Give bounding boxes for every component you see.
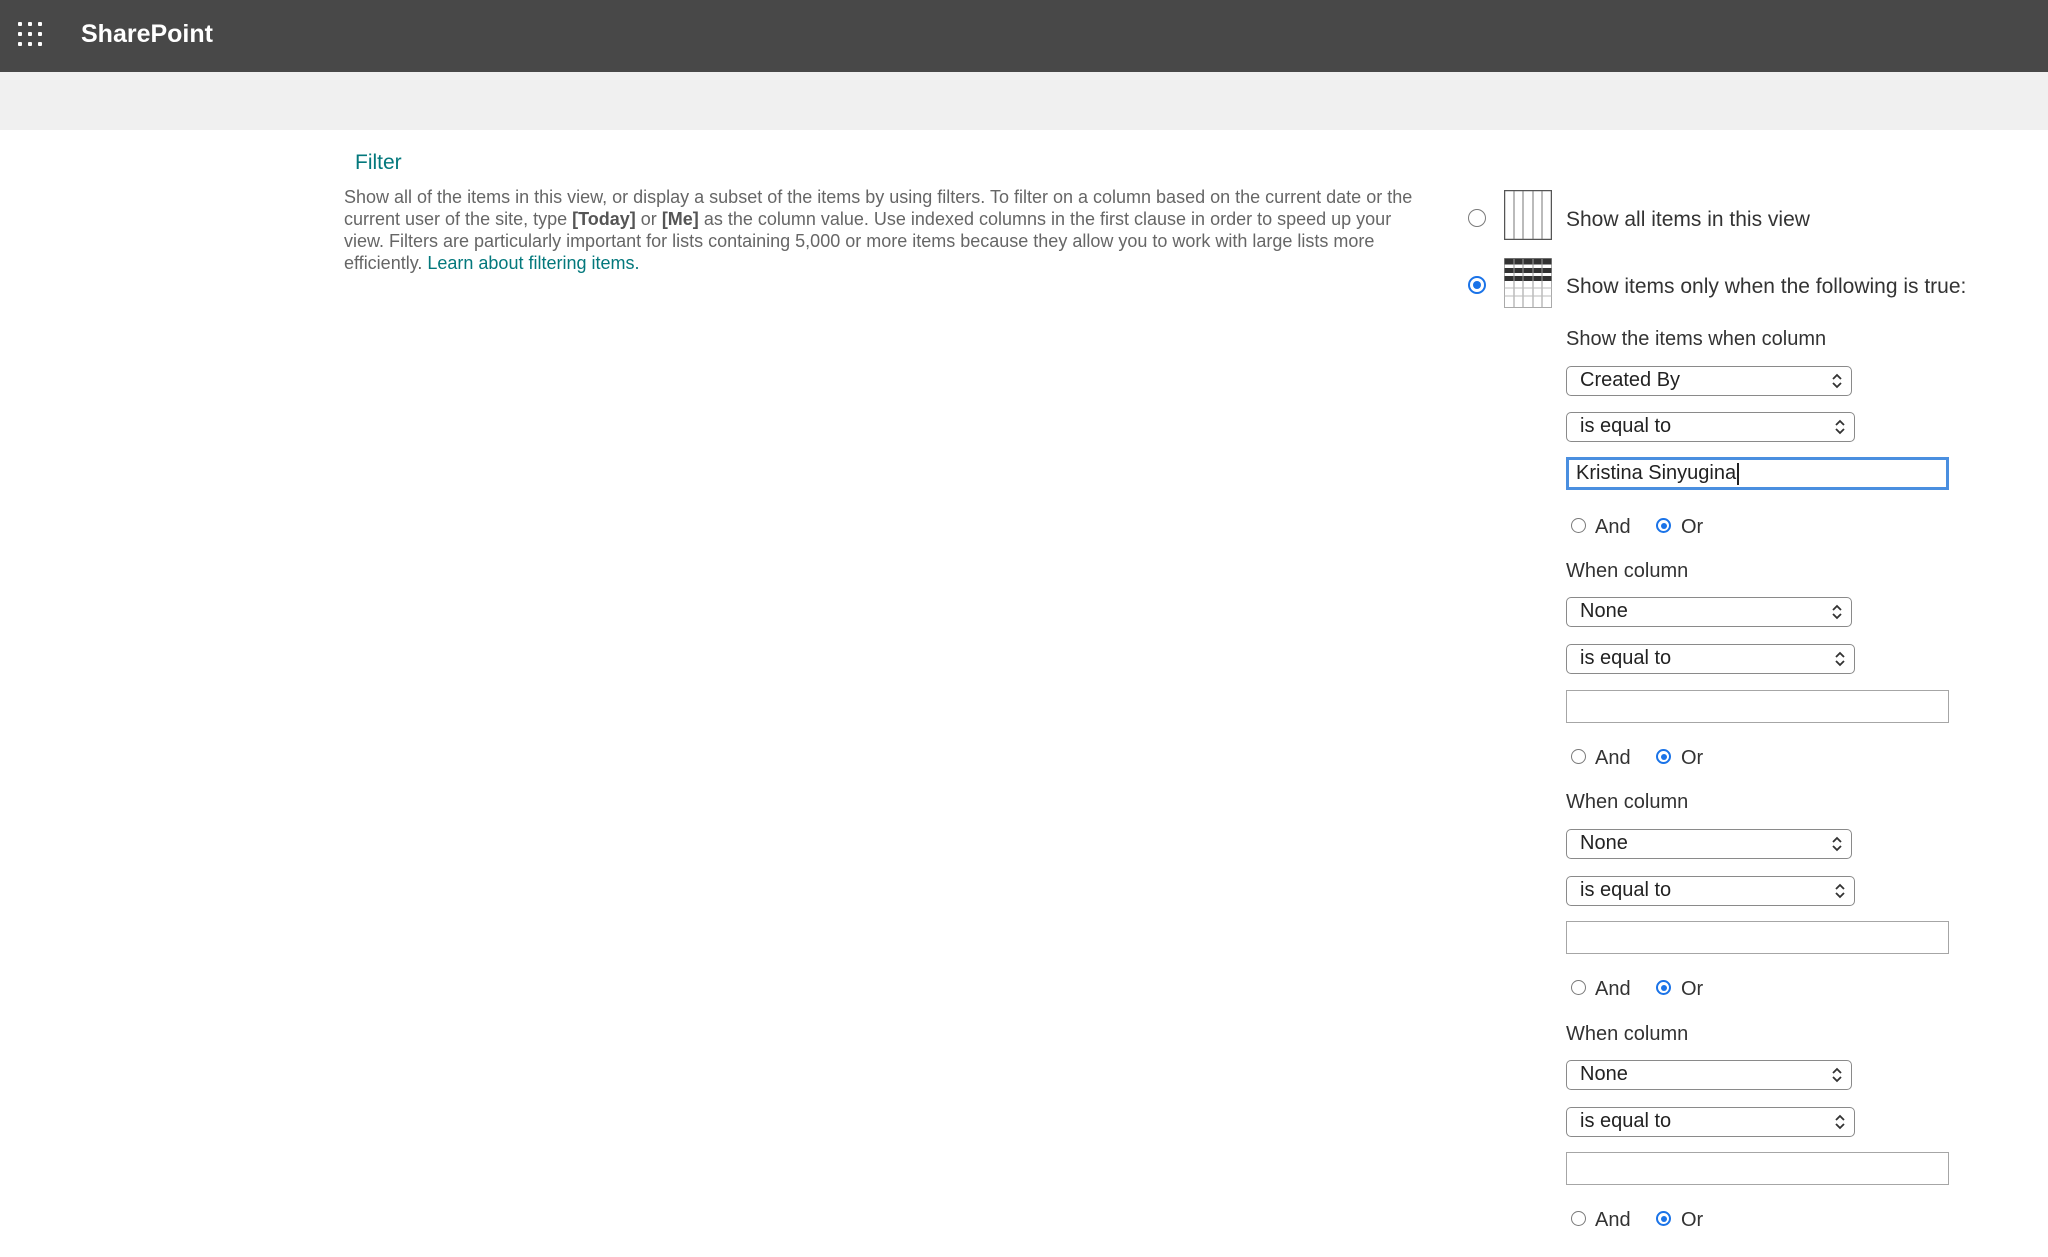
chevron-updown-icon	[1832, 1067, 1842, 1083]
operator-select-1[interactable]: is equal to	[1566, 412, 1855, 442]
or-label-2: Or	[1681, 747, 1704, 769]
app-launcher-icon[interactable]	[18, 22, 42, 46]
or-radio-2[interactable]	[1656, 749, 1671, 764]
suite-header: SharePoint	[0, 0, 2048, 72]
when-column-label-3: When column	[1566, 791, 1689, 813]
table-icon	[1504, 190, 1552, 240]
or-radio-4[interactable]	[1656, 1211, 1671, 1226]
chevron-updown-icon	[1832, 604, 1842, 620]
or-label-4: Or	[1681, 1209, 1704, 1231]
and-label-1: And	[1595, 516, 1631, 538]
and-radio-2[interactable]	[1571, 749, 1586, 764]
show-filtered-radio[interactable]	[1468, 276, 1486, 294]
when-column-label-4: When column	[1566, 1023, 1689, 1045]
chevron-updown-icon	[1835, 419, 1845, 435]
filter-description: Show all of the items in this view, or d…	[344, 187, 1413, 273]
column-select-1[interactable]: Created By	[1566, 366, 1852, 396]
show-all-radio[interactable]	[1468, 209, 1486, 227]
chevron-updown-icon	[1835, 1114, 1845, 1130]
command-bar	[0, 72, 2048, 130]
chevron-updown-icon	[1832, 836, 1842, 852]
operator-select-2[interactable]: is equal to	[1566, 644, 1855, 674]
and-label-2: And	[1595, 747, 1631, 769]
value-input-4[interactable]	[1566, 1152, 1949, 1185]
filtered-table-icon	[1504, 258, 1552, 308]
first-clause-label: Show the items when column	[1566, 328, 1827, 350]
column-select-4[interactable]: None	[1566, 1060, 1852, 1090]
column-select-2[interactable]: None	[1566, 597, 1852, 627]
chevron-updown-icon	[1832, 373, 1842, 389]
operator-select-3[interactable]: is equal to	[1566, 876, 1855, 906]
chevron-updown-icon	[1835, 883, 1845, 899]
show-filtered-label[interactable]: Show items only when the following is tr…	[1566, 274, 1966, 300]
today-token: [Today]	[572, 209, 636, 229]
or-radio-1[interactable]	[1656, 518, 1671, 533]
show-all-label[interactable]: Show all items in this view	[1566, 207, 1810, 233]
value-input-1[interactable]: Kristina Sinyugina	[1566, 457, 1949, 490]
or-radio-3[interactable]	[1656, 980, 1671, 995]
me-token: [Me]	[661, 209, 699, 229]
and-radio-4[interactable]	[1571, 1211, 1586, 1226]
section-title: Filter	[355, 151, 402, 174]
or-label-1: Or	[1681, 516, 1704, 538]
value-input-3[interactable]	[1566, 921, 1949, 954]
text-caret	[1737, 462, 1739, 485]
value-input-2[interactable]	[1566, 690, 1949, 723]
when-column-label-2: When column	[1566, 560, 1689, 582]
or-label-3: Or	[1681, 978, 1704, 1000]
chevron-updown-icon	[1835, 651, 1845, 667]
and-radio-1[interactable]	[1571, 518, 1586, 533]
column-select-3[interactable]: None	[1566, 829, 1852, 859]
and-label-4: And	[1595, 1209, 1631, 1231]
learn-filtering-link[interactable]: Learn about filtering items.	[427, 253, 639, 273]
operator-select-4[interactable]: is equal to	[1566, 1107, 1855, 1137]
and-radio-3[interactable]	[1571, 980, 1586, 995]
and-label-3: And	[1595, 978, 1631, 1000]
app-name[interactable]: SharePoint	[81, 18, 213, 50]
